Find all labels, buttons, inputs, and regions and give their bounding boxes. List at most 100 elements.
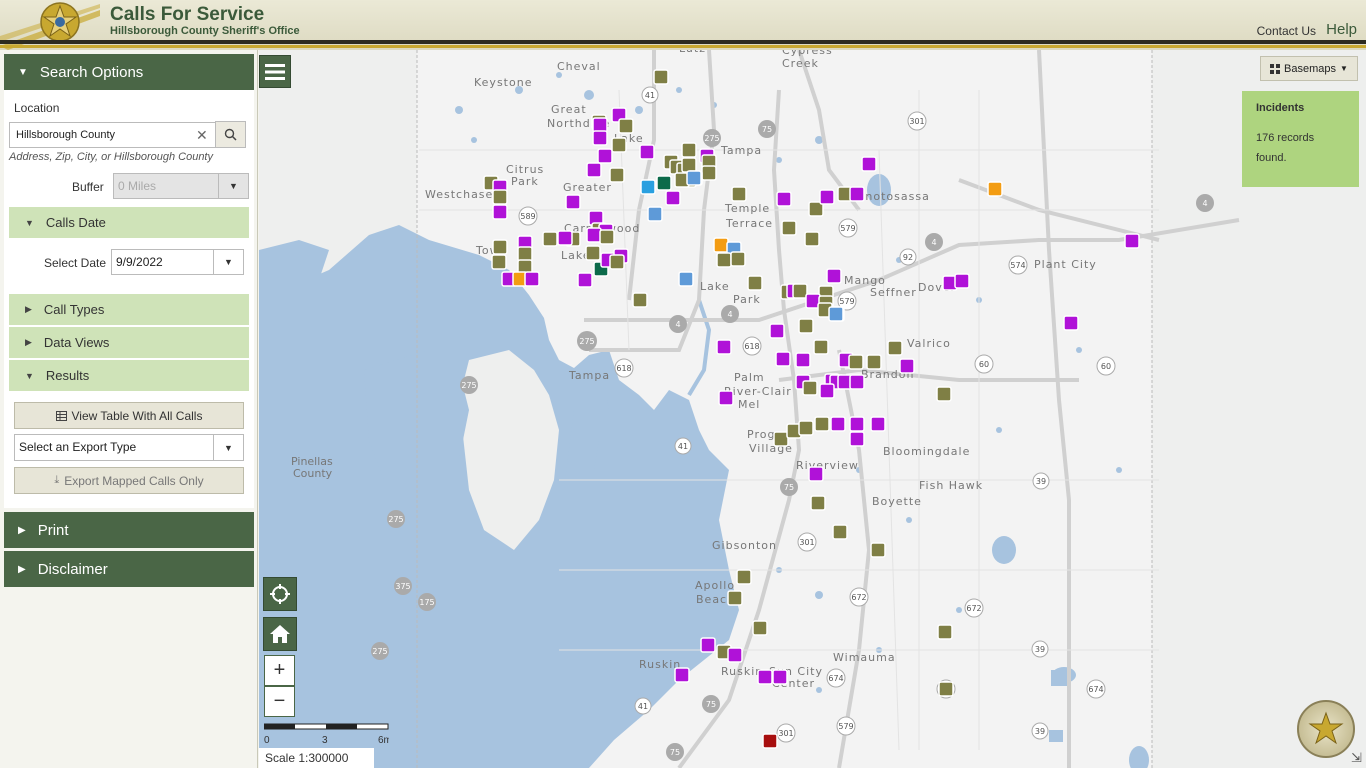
call-types-header[interactable]: ▶ Call Types xyxy=(9,294,249,325)
incident-marker[interactable] xyxy=(492,189,508,205)
incident-marker[interactable] xyxy=(987,181,1003,197)
incident-marker[interactable] xyxy=(814,416,830,432)
incident-marker[interactable] xyxy=(592,117,608,133)
incident-marker[interactable] xyxy=(727,647,743,663)
incident-marker[interactable] xyxy=(736,569,752,585)
incident-marker[interactable] xyxy=(762,733,778,749)
incident-marker[interactable] xyxy=(808,466,824,482)
incident-marker[interactable] xyxy=(776,191,792,207)
incident-marker[interactable] xyxy=(936,386,952,402)
incident-marker[interactable] xyxy=(700,637,716,653)
search-options-header[interactable]: ▼ Search Options xyxy=(4,54,254,90)
incident-marker[interactable] xyxy=(701,165,717,181)
incident-marker[interactable] xyxy=(798,318,814,334)
incident-marker[interactable] xyxy=(899,358,915,374)
export-mapped-button[interactable]: ⤓ Export Mapped Calls Only xyxy=(14,467,244,494)
map-view[interactable]: Cheval Lutz Keystone Cypress Creek Great… xyxy=(259,50,1366,768)
incident-marker[interactable] xyxy=(849,374,865,390)
incident-marker[interactable] xyxy=(517,246,533,262)
incident-marker[interactable] xyxy=(747,275,763,291)
incident-marker[interactable] xyxy=(752,620,768,636)
incident-marker[interactable] xyxy=(640,179,656,195)
incident-marker[interactable] xyxy=(775,351,791,367)
incident-marker[interactable] xyxy=(795,352,811,368)
incident-marker[interactable] xyxy=(731,186,747,202)
incident-marker[interactable] xyxy=(565,194,581,210)
incident-marker[interactable] xyxy=(830,416,846,432)
incident-marker[interactable] xyxy=(681,157,697,173)
incident-marker[interactable] xyxy=(592,130,608,146)
resize-grip-icon[interactable]: ⇲ xyxy=(1351,750,1362,766)
print-header[interactable]: ▶ Print xyxy=(4,512,254,548)
incident-marker[interactable] xyxy=(870,416,886,432)
contact-us-link[interactable]: Contact Us xyxy=(1257,24,1316,38)
incident-marker[interactable] xyxy=(656,175,672,191)
incident-marker[interactable] xyxy=(781,220,797,236)
incident-marker[interactable] xyxy=(611,137,627,153)
incident-marker[interactable] xyxy=(678,271,694,287)
incident-marker[interactable] xyxy=(716,252,732,268)
incident-marker[interactable] xyxy=(618,118,634,134)
incident-marker[interactable] xyxy=(492,239,508,255)
incident-marker[interactable] xyxy=(609,167,625,183)
incident-marker[interactable] xyxy=(674,667,690,683)
incident-marker[interactable] xyxy=(849,186,865,202)
incident-marker[interactable] xyxy=(727,590,743,606)
incident-marker[interactable] xyxy=(577,272,593,288)
incident-marker[interactable] xyxy=(492,204,508,220)
incident-marker[interactable] xyxy=(586,162,602,178)
incident-marker[interactable] xyxy=(599,229,615,245)
home-button[interactable] xyxy=(263,617,297,651)
incident-marker[interactable] xyxy=(848,354,864,370)
incident-marker[interactable] xyxy=(802,380,818,396)
incident-marker[interactable] xyxy=(597,148,613,164)
data-views-header[interactable]: ▶ Data Views xyxy=(9,327,249,358)
incident-marker[interactable] xyxy=(792,283,808,299)
incident-marker[interactable] xyxy=(681,142,697,158)
incident-marker[interactable] xyxy=(686,170,702,186)
incident-marker[interactable] xyxy=(849,416,865,432)
basemaps-button[interactable]: Basemaps ▼ xyxy=(1260,56,1358,81)
incident-marker[interactable] xyxy=(653,69,669,85)
incident-marker[interactable] xyxy=(819,383,835,399)
incident-marker[interactable] xyxy=(639,144,655,160)
incident-marker[interactable] xyxy=(772,669,788,685)
incident-marker[interactable] xyxy=(938,681,954,697)
buffer-select[interactable]: 0 Miles ▼ xyxy=(113,173,249,199)
incident-marker[interactable] xyxy=(632,292,648,308)
export-type-select[interactable]: Select an Export Type ▼ xyxy=(14,434,244,461)
incident-marker[interactable] xyxy=(542,231,558,247)
incident-marker[interactable] xyxy=(813,339,829,355)
date-picker[interactable]: 9/9/2022 ▼ xyxy=(111,249,244,275)
location-input[interactable]: Hillsborough County xyxy=(9,122,217,148)
incident-marker[interactable] xyxy=(937,624,953,640)
zoom-out-button[interactable]: − xyxy=(264,686,295,717)
incident-marker[interactable] xyxy=(887,340,903,356)
view-table-button[interactable]: View Table With All Calls xyxy=(14,402,244,429)
incident-marker[interactable] xyxy=(828,306,844,322)
incident-marker[interactable] xyxy=(491,254,507,270)
incident-marker[interactable] xyxy=(810,495,826,511)
incident-marker[interactable] xyxy=(798,420,814,436)
incident-marker[interactable] xyxy=(586,227,602,243)
results-header[interactable]: ▼ Results xyxy=(9,360,249,391)
incident-marker[interactable] xyxy=(647,206,663,222)
incident-marker[interactable] xyxy=(757,669,773,685)
incident-marker[interactable] xyxy=(716,339,732,355)
incident-marker[interactable] xyxy=(730,251,746,267)
zoom-in-button[interactable]: + xyxy=(264,655,295,686)
incident-marker[interactable] xyxy=(954,273,970,289)
location-search-button[interactable] xyxy=(215,121,246,148)
incident-marker[interactable] xyxy=(826,268,842,284)
calls-date-header[interactable]: ▼ Calls Date xyxy=(9,207,249,238)
incident-marker[interactable] xyxy=(713,237,729,253)
help-link[interactable]: Help xyxy=(1326,21,1357,38)
incident-marker[interactable] xyxy=(861,156,877,172)
incident-marker[interactable] xyxy=(557,230,573,246)
layer-menu-button[interactable] xyxy=(259,55,291,88)
locate-button[interactable] xyxy=(263,577,297,611)
incident-marker[interactable] xyxy=(804,231,820,247)
incident-marker[interactable] xyxy=(870,542,886,558)
incident-marker[interactable] xyxy=(832,524,848,540)
incident-marker[interactable] xyxy=(524,271,540,287)
